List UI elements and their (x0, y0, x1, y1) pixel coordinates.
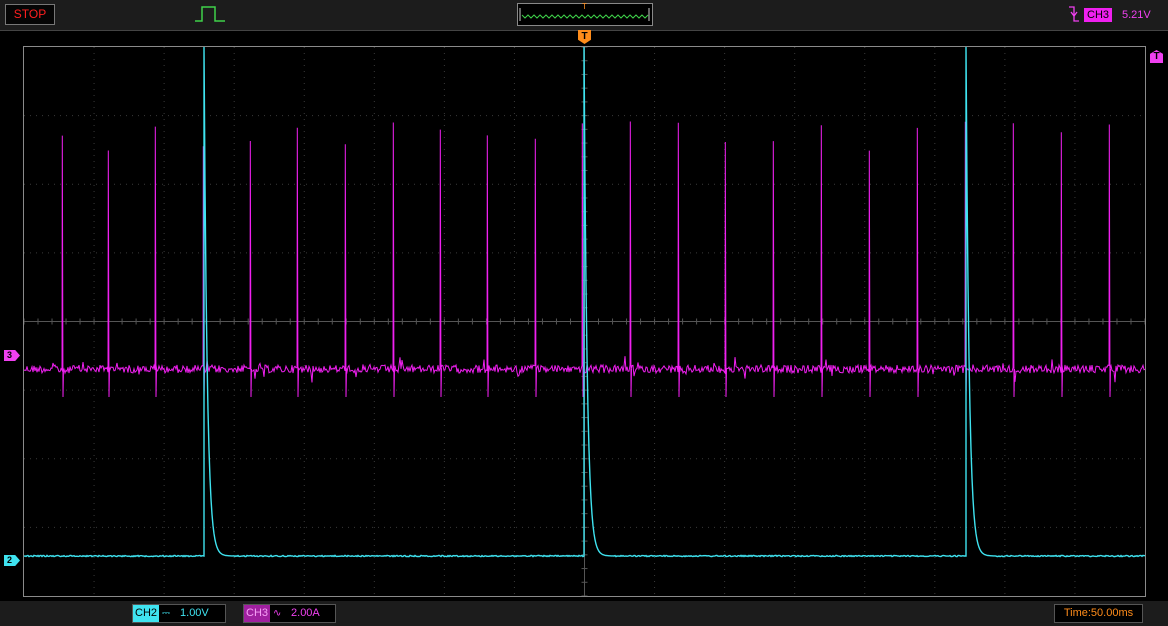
ch2-scale: 1.00V (180, 607, 209, 619)
run-stop-status[interactable]: STOP (5, 4, 55, 25)
ch3-scale: 2.00A (291, 607, 320, 619)
trigger-source[interactable]: CH3 (1084, 8, 1113, 22)
ch2-trace (23, 46, 1146, 558)
overview-trigger-marker: T (582, 2, 587, 11)
ch3-scale-box[interactable]: CH3 ∿ 2.00A (243, 604, 336, 623)
bottom-status-bar: CH2 ⎓ 1.00V CH3 ∿ 2.00A Time:50.00ms (0, 601, 1168, 626)
trigger-level-marker[interactable]: T (1150, 50, 1163, 63)
trigger-position-marker[interactable]: T (578, 30, 591, 44)
ch2-label: CH2 (133, 605, 160, 622)
single-pulse-icon[interactable] (193, 4, 227, 24)
ch2-offset-marker[interactable]: 2 (4, 555, 20, 566)
ch3-offset-marker[interactable]: 3 (4, 350, 20, 361)
ac-coupling-icon: ∿ (273, 608, 282, 619)
ch2-scale-box[interactable]: CH2 ⎓ 1.00V (132, 604, 226, 623)
scope-display[interactable] (23, 46, 1146, 597)
waveform-canvas (23, 46, 1146, 597)
trigger-level: 5.21V (1122, 9, 1151, 21)
top-toolbar: STOP T CH3 5.21V (0, 0, 1168, 31)
falling-edge-icon (1069, 6, 1079, 22)
ch3-label: CH3 (244, 605, 271, 622)
timebase-readout[interactable]: Time:50.00ms (1054, 604, 1143, 623)
dc-coupling-icon: ⎓ (162, 608, 170, 619)
